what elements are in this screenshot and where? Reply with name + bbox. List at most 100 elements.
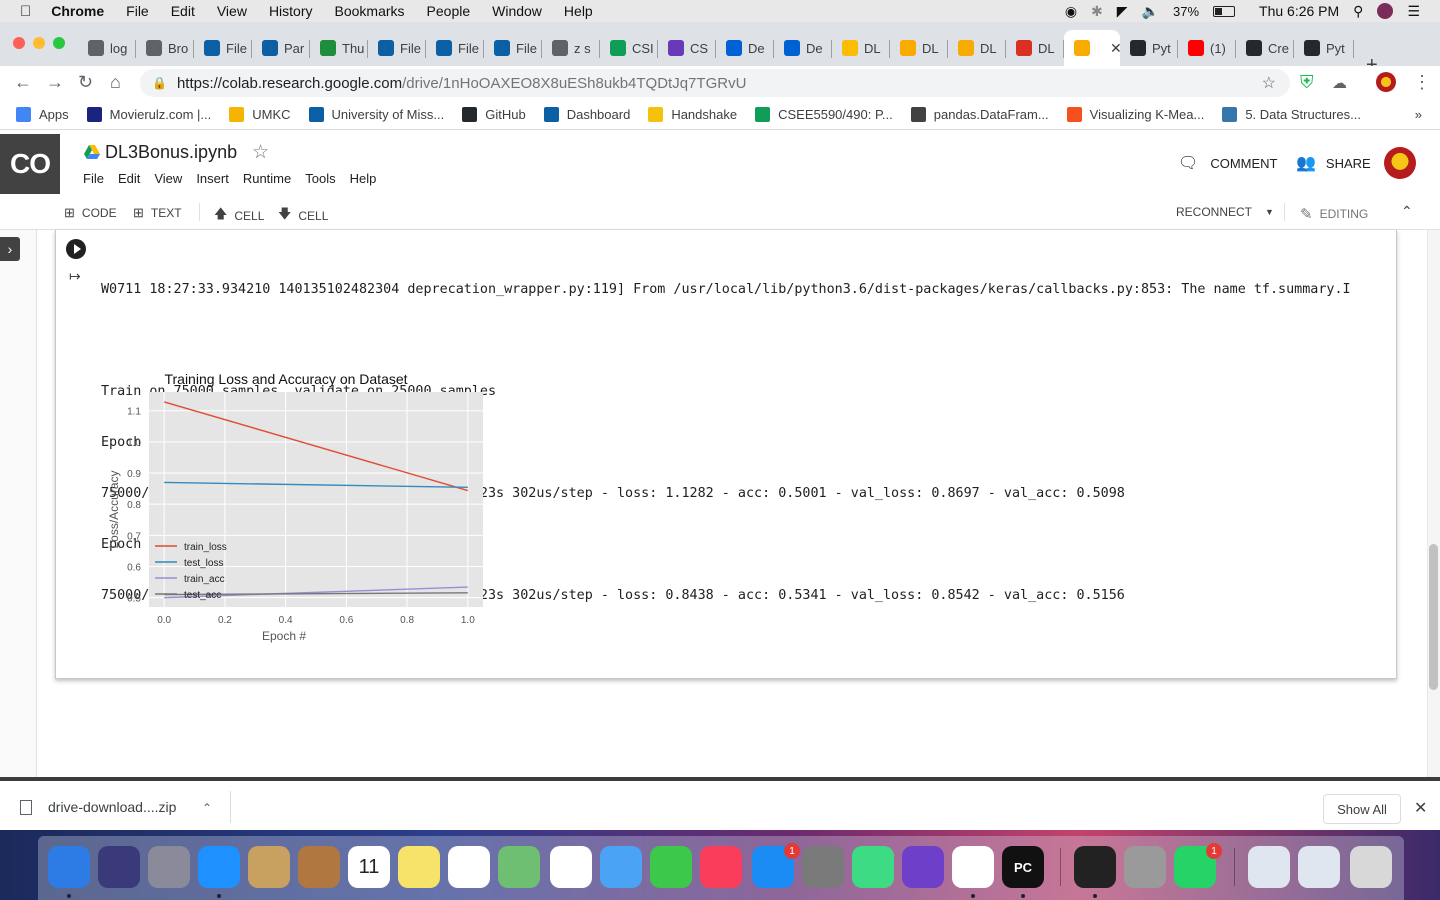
messages-icon[interactable] [600, 846, 642, 888]
menu-people[interactable]: People [427, 3, 471, 19]
move-cell-down-button[interactable]: 🡇 CELL [278, 205, 328, 227]
calendar-icon[interactable]: 11 [348, 846, 390, 888]
cloud-extension-icon[interactable]: ☁ [1332, 74, 1347, 92]
github-desktop-icon[interactable] [902, 846, 944, 888]
code-cell[interactable]: ↦ W0711 18:27:33.934210 140135102482304 … [55, 230, 1397, 679]
bookmark-item[interactable]: Handshake [648, 107, 737, 122]
move-cell-up-button[interactable]: 🡅 CELL [214, 205, 264, 227]
bookmark-item[interactable]: Visualizing K-Mea... [1066, 107, 1204, 122]
bookmark-item[interactable]: Apps [16, 107, 69, 122]
browser-tab[interactable]: z s [542, 30, 600, 66]
photos-icon[interactable] [550, 846, 592, 888]
notebook-title[interactable]: DL3Bonus.ipynb [105, 142, 237, 163]
output-actions-icon[interactable]: ↦ [69, 268, 81, 285]
browser-tab[interactable]: Par [252, 30, 310, 66]
close-window-button[interactable] [13, 37, 25, 49]
more-bookmarks-icon[interactable]: » [1415, 107, 1422, 122]
colab-menu-runtime[interactable]: Runtime [243, 171, 291, 186]
wifi-icon[interactable]: ◤ [1117, 3, 1128, 20]
chrome-menu-icon[interactable]: ⋮ [1413, 72, 1431, 93]
scrollbar-thumb[interactable] [1429, 544, 1438, 690]
browser-tab[interactable]: DL [948, 30, 1006, 66]
browser-tab[interactable]: ✕ [1064, 30, 1120, 66]
browser-tab[interactable]: DL [890, 30, 948, 66]
account-avatar[interactable] [1384, 147, 1416, 179]
bookmark-item[interactable]: UMKC [229, 107, 291, 122]
colab-menu-file[interactable]: File [83, 171, 104, 186]
menu-view[interactable]: View [217, 3, 247, 19]
reminders-icon[interactable] [448, 846, 490, 888]
launchpad-icon[interactable] [148, 846, 190, 888]
mail-stamp-icon[interactable] [248, 846, 290, 888]
system-preferences-icon[interactable] [802, 846, 844, 888]
editing-mode-button[interactable]: ✎ EDITING [1300, 205, 1368, 223]
clock[interactable]: Thu 6:26 PM [1259, 3, 1339, 19]
forward-button[interactable]: → [46, 72, 64, 93]
colab-menu-help[interactable]: Help [350, 171, 377, 186]
browser-tab[interactable]: Thu [310, 30, 368, 66]
menu-window[interactable]: Window [492, 3, 542, 19]
collapse-header-icon[interactable]: ⌃ [1401, 203, 1413, 220]
bookmark-item[interactable]: 5. Data Structures... [1222, 107, 1361, 122]
terminal-icon[interactable] [1074, 846, 1116, 888]
bookmark-item[interactable]: University of Miss... [308, 107, 444, 122]
menu-bookmarks[interactable]: Bookmarks [335, 3, 405, 19]
browser-tab[interactable]: (1) [1178, 30, 1236, 66]
comment-button[interactable]: 🗨 COMMENT [1178, 153, 1277, 173]
facetime-icon[interactable] [650, 846, 692, 888]
share-button[interactable]: 👥 SHARE [1296, 153, 1371, 173]
finder-icon[interactable] [48, 846, 90, 888]
battery-icon[interactable] [1213, 5, 1236, 17]
run-cell-button[interactable] [66, 239, 86, 259]
scrollbar-track[interactable] [1427, 230, 1440, 777]
chrome-icon[interactable] [952, 846, 994, 888]
pycharm-icon[interactable]: PC [1002, 846, 1044, 888]
browser-tab[interactable]: Pyt [1294, 30, 1354, 66]
documents-icon[interactable] [1248, 846, 1290, 888]
close-tab-icon[interactable]: ✕ [1110, 40, 1120, 57]
trash-icon[interactable] [1350, 846, 1392, 888]
menu-edit[interactable]: Edit [171, 3, 195, 19]
profile-avatar[interactable] [1376, 72, 1396, 92]
colab-logo[interactable]: CO [0, 134, 60, 194]
notes-icon[interactable] [398, 846, 440, 888]
menu-history[interactable]: History [269, 3, 313, 19]
browser-tab[interactable]: CSI [600, 30, 658, 66]
safari-icon[interactable] [198, 846, 240, 888]
browser-tab[interactable]: File [426, 30, 484, 66]
browser-tab[interactable]: CS [658, 30, 716, 66]
zoom-window-button[interactable] [53, 37, 65, 49]
browser-tab[interactable]: DL [832, 30, 890, 66]
user-avatar-icon[interactable] [1377, 3, 1394, 19]
bookmark-star-icon[interactable]: ☆ [1262, 73, 1276, 93]
download-item[interactable]: drive-download....zip [20, 799, 176, 815]
browser-tab[interactable]: DL [1006, 30, 1064, 66]
bluetooth-icon[interactable]: ✱ [1091, 3, 1103, 20]
add-code-button[interactable]: ⊞ CODE [64, 205, 117, 221]
bookmark-item[interactable]: Dashboard [543, 107, 630, 122]
volume-icon[interactable]: 🔈 [1142, 3, 1159, 20]
browser-tab[interactable]: log [78, 30, 136, 66]
bookmark-item[interactable]: CSEE5590/490: P... [755, 107, 893, 122]
colab-menu-insert[interactable]: Insert [196, 171, 229, 186]
browser-tab[interactable]: Pyt [1120, 30, 1178, 66]
close-icon[interactable]: ✕ [1414, 798, 1427, 818]
minimize-window-button[interactable] [33, 37, 45, 49]
colab-menu-view[interactable]: View [154, 171, 182, 186]
notification-center-icon[interactable]: ☰ [1407, 3, 1420, 20]
siri-icon[interactable] [98, 846, 140, 888]
expand-sidebar-icon[interactable]: › [0, 237, 20, 261]
show-all-button[interactable]: Show All [1323, 794, 1401, 824]
android-studio-icon[interactable] [852, 846, 894, 888]
downloads-icon[interactable] [1298, 846, 1340, 888]
bookmark-item[interactable]: GitHub [462, 107, 526, 122]
apple-menu-icon[interactable]:  [20, 3, 31, 20]
menu-help[interactable]: Help [564, 3, 593, 19]
star-notebook-icon[interactable]: ☆ [252, 141, 269, 164]
lock-icon[interactable]: 🔒 [152, 76, 167, 90]
browser-tab[interactable]: De [774, 30, 832, 66]
maps-icon[interactable] [498, 846, 540, 888]
music-icon[interactable] [700, 846, 742, 888]
browser-tab[interactable]: Bro [136, 30, 194, 66]
add-text-button[interactable]: ⊞ TEXT [133, 205, 182, 221]
